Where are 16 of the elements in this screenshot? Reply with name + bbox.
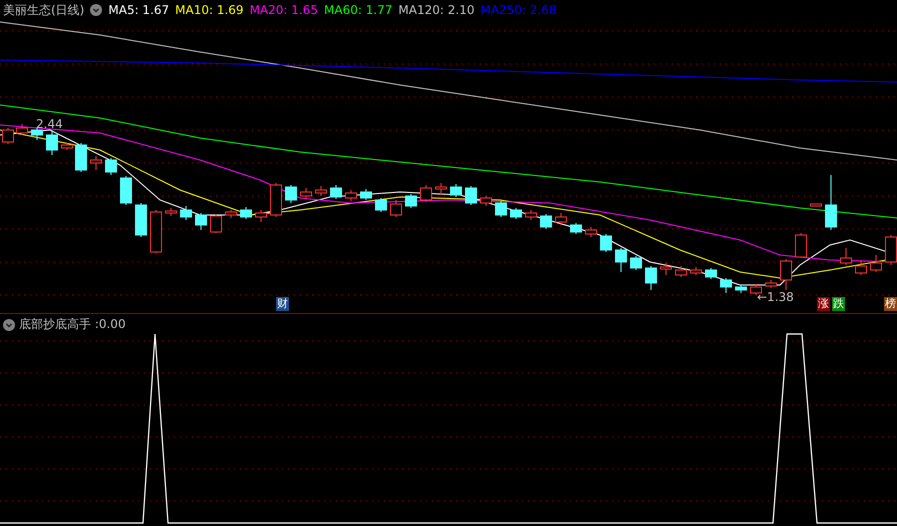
- stock-title: 美丽生态(日线): [3, 2, 84, 18]
- dropdown-icon[interactable]: [90, 4, 102, 16]
- indicator-title: 底部抄底高手 :0.00: [19, 316, 126, 333]
- indicator-label: MA60: 1.77: [324, 3, 392, 17]
- event-badge[interactable]: 涨: [817, 297, 830, 311]
- event-badge[interactable]: 财: [276, 297, 289, 311]
- indicator-label: MA20: 1.65: [250, 3, 318, 17]
- indicator-label: MA250: 2.68: [480, 3, 557, 17]
- event-badge[interactable]: 跌: [832, 297, 845, 311]
- indicator-label: MA10: 1.69: [175, 3, 244, 17]
- high-price-label: 2.44: [36, 117, 63, 131]
- event-badge[interactable]: 榜: [884, 297, 897, 311]
- indicator-label: MA5: 1.67: [108, 3, 170, 17]
- indicator-label: MA120: 2.10: [398, 3, 474, 17]
- dropdown-icon[interactable]: [3, 318, 15, 330]
- low-price-label: ←1.38: [757, 290, 794, 304]
